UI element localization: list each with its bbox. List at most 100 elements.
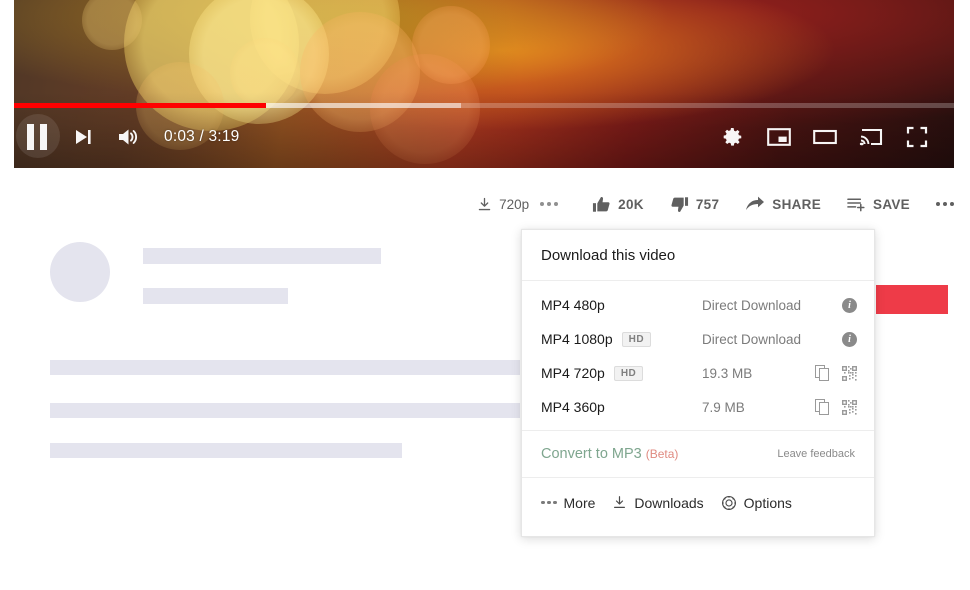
miniplayer-button[interactable] — [756, 114, 802, 160]
progress-bar[interactable] — [14, 103, 954, 108]
share-icon — [745, 195, 765, 213]
download-option-name-cell: MP4 360p — [541, 399, 702, 415]
download-option-row[interactable]: MP4 360p 7.9 MB — [522, 390, 874, 424]
dislike-button[interactable]: 757 — [670, 195, 719, 214]
copy-icon[interactable] — [815, 365, 830, 381]
more-button[interactable]: More — [541, 495, 595, 511]
video-player[interactable]: 0:03 / 3:19 — [14, 0, 954, 168]
download-option-value: 7.9 MB — [702, 400, 815, 415]
more-label: More — [564, 495, 596, 511]
downloads-label: Downloads — [634, 495, 703, 511]
next-icon — [72, 126, 94, 148]
downloads-icon — [612, 495, 627, 510]
download-option-name-cell: MP4 720p HD — [541, 365, 702, 381]
dot — [936, 202, 940, 206]
download-option-value: Direct Download — [702, 332, 842, 347]
volume-icon — [117, 126, 141, 148]
save-button[interactable]: SAVE — [847, 195, 910, 213]
download-option-row[interactable]: MP4 720p HD 19.3 MB — [522, 356, 874, 390]
volume-button[interactable] — [106, 114, 152, 160]
hd-badge: HD — [622, 332, 651, 347]
settings-gear-button[interactable] — [710, 114, 756, 160]
download-option-label: MP4 1080p — [541, 331, 613, 347]
gear-icon — [721, 125, 745, 149]
bokeh-circle — [412, 6, 490, 84]
beta-tag: (Beta) — [646, 447, 679, 461]
text-line-placeholder — [50, 403, 520, 418]
download-option-name-cell: MP4 1080p HD — [541, 331, 702, 347]
video-overflow-menu-button[interactable] — [936, 202, 954, 206]
download-options-list: MP4 480p Direct Download i MP4 1080p HD … — [522, 281, 874, 430]
download-option-row[interactable]: MP4 480p Direct Download i — [522, 288, 874, 322]
options-gear-icon — [721, 495, 737, 511]
download-option-label: MP4 360p — [541, 399, 605, 415]
options-button[interactable]: Options — [721, 495, 792, 511]
dot — [540, 202, 544, 206]
share-label: SHARE — [772, 197, 821, 212]
player-controls-left: 0:03 / 3:19 — [14, 114, 239, 160]
download-quality-button[interactable]: 720p — [477, 197, 529, 212]
theater-icon — [812, 125, 838, 149]
cast-button[interactable] — [848, 114, 894, 160]
convert-to-mp3-link[interactable]: Convert to MP3 — [541, 446, 642, 462]
dot — [950, 202, 954, 206]
download-option-value: 19.3 MB — [702, 366, 815, 381]
avatar-placeholder — [50, 242, 110, 302]
share-button[interactable]: SHARE — [745, 195, 821, 213]
download-option-icons: i — [842, 332, 857, 347]
download-icon — [477, 197, 492, 212]
download-panel: Download this video MP4 480p Direct Down… — [521, 229, 875, 537]
pause-icon — [27, 124, 47, 150]
fullscreen-icon — [905, 125, 929, 149]
downloads-button[interactable]: Downloads — [612, 495, 703, 511]
thumbs-down-icon — [670, 195, 689, 214]
page-root: 0:03 / 3:19 — [0, 0, 970, 590]
progress-played — [14, 103, 266, 108]
download-option-label: MP4 480p — [541, 297, 605, 313]
theater-mode-button[interactable] — [802, 114, 848, 160]
player-controls-right — [710, 114, 954, 160]
player-controls: 0:03 / 3:19 — [14, 110, 954, 164]
download-panel-title: Download this video — [522, 230, 874, 281]
fullscreen-button[interactable] — [894, 114, 940, 160]
more-dots-icon — [541, 501, 557, 505]
miniplayer-icon — [766, 125, 792, 149]
pause-button[interactable] — [14, 114, 60, 160]
download-option-icons — [815, 399, 857, 415]
qr-code-icon[interactable] — [842, 400, 857, 415]
like-button[interactable]: 20K — [592, 195, 644, 214]
qr-code-icon[interactable] — [842, 366, 857, 381]
download-option-value: Direct Download — [702, 298, 842, 313]
options-label: Options — [744, 495, 792, 511]
next-video-button[interactable] — [60, 114, 106, 160]
like-count: 20K — [618, 197, 644, 212]
download-option-icons: i — [842, 298, 857, 313]
dot — [554, 202, 558, 206]
download-quality-label: 720p — [499, 197, 529, 212]
dot — [547, 202, 551, 206]
hd-badge: HD — [614, 366, 643, 381]
download-option-row[interactable]: MP4 1080p HD Direct Download i — [522, 322, 874, 356]
info-icon[interactable]: i — [842, 298, 857, 313]
download-more-menu-button[interactable] — [540, 202, 558, 206]
download-option-icons — [815, 365, 857, 381]
dislike-count: 757 — [696, 197, 719, 212]
thumbs-up-icon — [592, 195, 611, 214]
download-option-label: MP4 720p — [541, 365, 605, 381]
save-label: SAVE — [873, 197, 910, 212]
title-placeholder — [143, 248, 381, 264]
download-panel-footer: More Downloads Options — [522, 477, 874, 527]
text-line-placeholder — [50, 443, 402, 458]
download-option-name-cell: MP4 480p — [541, 297, 702, 313]
text-line-placeholder — [50, 360, 520, 375]
cast-icon — [858, 125, 884, 149]
video-action-bar: 720p 20K 757 SHARE — [0, 190, 970, 218]
save-to-playlist-icon — [847, 195, 866, 213]
leave-feedback-link[interactable]: Leave feedback — [777, 448, 855, 460]
info-icon[interactable]: i — [842, 332, 857, 347]
time-display: 0:03 / 3:19 — [164, 128, 239, 146]
red-accent-block — [876, 285, 948, 314]
copy-icon[interactable] — [815, 399, 830, 415]
dot — [943, 202, 947, 206]
subtitle-placeholder — [143, 288, 288, 304]
